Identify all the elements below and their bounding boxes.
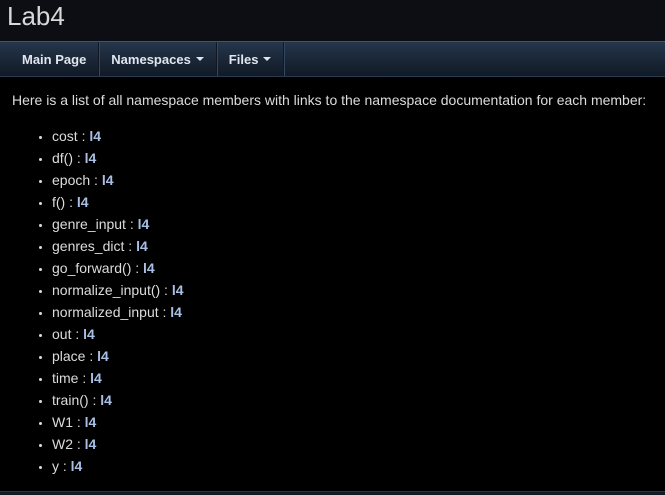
namespace-link[interactable]: l4 xyxy=(85,150,97,166)
member-separator: : xyxy=(85,348,98,364)
member-name: place xyxy=(52,348,86,364)
caret-down-icon xyxy=(263,57,272,61)
member-separator: : xyxy=(131,260,144,276)
namespace-member-list: cost : l4df() : l4epoch : l4f() : l4genr… xyxy=(0,125,184,477)
member-separator: : xyxy=(73,414,85,430)
namespace-link[interactable]: l4 xyxy=(100,392,112,408)
main-content: Here is a list of all namespace members … xyxy=(0,77,665,491)
page: Lab4 Main Page Namespaces Files Here is … xyxy=(0,0,665,495)
member-separator: : xyxy=(124,238,137,254)
member-separator: : xyxy=(125,216,138,232)
nav-main-page[interactable]: Main Page xyxy=(0,42,100,76)
title-area: Lab4 xyxy=(0,0,665,42)
caret-down-icon xyxy=(195,57,204,61)
member-separator: : xyxy=(78,370,91,386)
member-name: epoch xyxy=(52,172,91,188)
member-name: out xyxy=(52,326,72,342)
member-name: train() xyxy=(52,392,89,408)
list-item: W2 : l4 xyxy=(52,433,184,455)
namespace-link[interactable]: l4 xyxy=(71,458,83,474)
nav-namespaces-label: Namespaces xyxy=(111,51,191,67)
nav-namespaces[interactable]: Namespaces xyxy=(99,42,217,76)
member-separator: : xyxy=(160,282,172,298)
list-item: train() : l4 xyxy=(52,389,184,411)
member-name: f() xyxy=(52,194,66,210)
member-name: W1 xyxy=(52,414,73,430)
list-item: genres_dict : l4 xyxy=(52,235,184,257)
member-name: normalized_input xyxy=(52,304,159,320)
intro-text: Here is a list of all namespace members … xyxy=(12,92,647,108)
footer-divider xyxy=(0,491,665,495)
member-name: genres_dict xyxy=(52,238,125,254)
member-name: W2 xyxy=(52,436,73,452)
main-navbar: Main Page Namespaces Files xyxy=(0,41,665,77)
member-name: normalize_input() xyxy=(52,282,161,298)
member-separator: : xyxy=(71,326,84,342)
namespace-link[interactable]: l4 xyxy=(83,326,95,342)
member-separator: : xyxy=(59,458,71,474)
list-item: epoch : l4 xyxy=(52,169,184,191)
member-name: df() xyxy=(52,150,73,166)
member-separator: : xyxy=(158,304,171,320)
namespace-link[interactable]: l4 xyxy=(172,282,184,298)
namespace-link[interactable]: l4 xyxy=(170,304,182,320)
list-item: normalize_input() : l4 xyxy=(52,279,184,301)
list-item: place : l4 xyxy=(52,345,184,367)
member-separator: : xyxy=(73,436,85,452)
list-item: genre_input : l4 xyxy=(52,213,184,235)
member-separator: : xyxy=(90,172,102,188)
namespace-link[interactable]: l4 xyxy=(136,238,148,254)
list-item: normalized_input : l4 xyxy=(52,301,184,323)
namespace-link[interactable]: l4 xyxy=(102,172,114,188)
namespace-link[interactable]: l4 xyxy=(138,216,150,232)
member-name: cost xyxy=(52,128,78,144)
list-item: y : l4 xyxy=(52,455,184,477)
list-item: f() : l4 xyxy=(52,191,184,213)
member-separator: : xyxy=(65,194,77,210)
list-item: W1 : l4 xyxy=(52,411,184,433)
nav-files[interactable]: Files xyxy=(217,42,285,76)
nav-files-label: Files xyxy=(228,51,259,67)
list-item: go_forward() : l4 xyxy=(52,257,184,279)
list-item: df() : l4 xyxy=(52,147,184,169)
member-separator: : xyxy=(73,150,85,166)
list-item: out : l4 xyxy=(52,323,184,345)
project-name: Lab4 xyxy=(7,1,65,31)
member-separator: : xyxy=(88,392,101,408)
list-item: time : l4 xyxy=(52,367,184,389)
nav-main-page-label: Main Page xyxy=(22,51,87,67)
namespace-link[interactable]: l4 xyxy=(90,370,102,386)
member-name: go_forward() xyxy=(52,260,132,276)
namespace-link[interactable]: l4 xyxy=(85,436,97,452)
namespace-link[interactable]: l4 xyxy=(85,414,97,430)
namespace-link[interactable]: l4 xyxy=(89,128,101,144)
namespace-link[interactable]: l4 xyxy=(77,194,89,210)
member-name: genre_input xyxy=(52,216,126,232)
member-name: y xyxy=(52,458,59,474)
member-separator: : xyxy=(77,128,90,144)
list-item: cost : l4 xyxy=(52,125,184,147)
namespace-link[interactable]: l4 xyxy=(143,260,155,276)
namespace-link[interactable]: l4 xyxy=(97,348,109,364)
member-name: time xyxy=(52,370,79,386)
